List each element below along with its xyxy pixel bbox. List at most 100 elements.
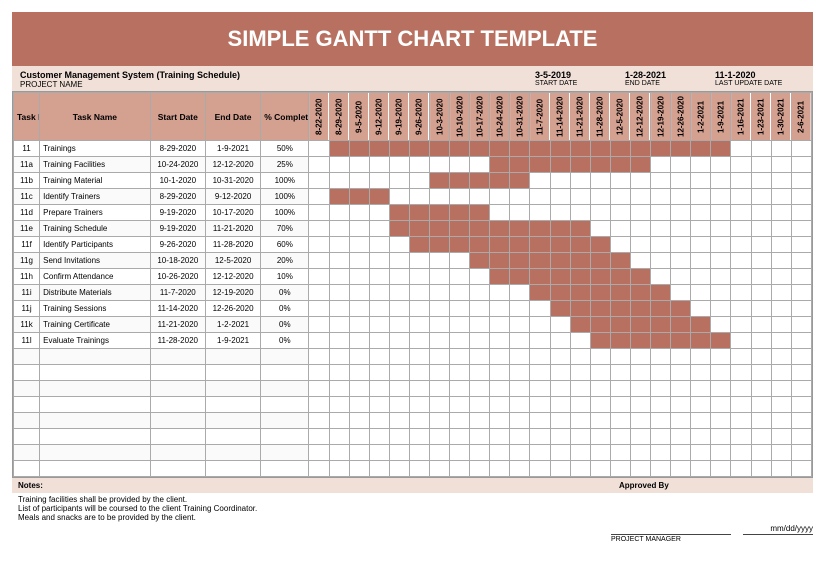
empty-cell[interactable]	[349, 429, 369, 445]
empty-cell[interactable]	[751, 381, 771, 397]
table-row[interactable]: 11dPrepare Trainers9-19-202010-17-202010…	[14, 205, 812, 221]
empty-cell[interactable]	[570, 445, 590, 461]
cell-end[interactable]: 1-9-2021	[205, 333, 260, 349]
empty-cell[interactable]	[731, 365, 751, 381]
empty-cell[interactable]	[671, 365, 691, 381]
empty-cell[interactable]	[150, 413, 205, 429]
empty-cell[interactable]	[389, 381, 409, 397]
empty-cell[interactable]	[450, 397, 470, 413]
cell-pct[interactable]: 0%	[261, 317, 309, 333]
empty-cell[interactable]	[329, 445, 349, 461]
empty-cell[interactable]	[590, 461, 610, 477]
cell-end[interactable]: 9-12-2020	[205, 189, 260, 205]
table-row[interactable]: 11eTraining Schedule9-19-202011-21-20207…	[14, 221, 812, 237]
cell-name[interactable]: Training Certificate	[40, 317, 151, 333]
empty-cell[interactable]	[791, 349, 811, 365]
empty-cell[interactable]	[470, 397, 490, 413]
empty-cell[interactable]	[261, 429, 309, 445]
table-row-empty[interactable]	[14, 349, 812, 365]
empty-cell[interactable]	[731, 397, 751, 413]
empty-cell[interactable]	[530, 397, 550, 413]
empty-cell[interactable]	[751, 461, 771, 477]
empty-cell[interactable]	[14, 429, 40, 445]
empty-cell[interactable]	[309, 445, 329, 461]
empty-cell[interactable]	[14, 397, 40, 413]
table-row[interactable]: 11cIdentify Trainers8-29-20209-12-202010…	[14, 189, 812, 205]
empty-cell[interactable]	[691, 397, 711, 413]
empty-cell[interactable]	[691, 381, 711, 397]
empty-cell[interactable]	[731, 445, 751, 461]
empty-cell[interactable]	[771, 365, 791, 381]
empty-cell[interactable]	[261, 445, 309, 461]
cell-id[interactable]: 11d	[14, 205, 40, 221]
cell-start[interactable]: 8-29-2020	[150, 189, 205, 205]
cell-start[interactable]: 8-29-2020	[150, 141, 205, 157]
cell-end[interactable]: 12-19-2020	[205, 285, 260, 301]
cell-pct[interactable]: 0%	[261, 301, 309, 317]
table-row-empty[interactable]	[14, 397, 812, 413]
empty-cell[interactable]	[309, 381, 329, 397]
empty-cell[interactable]	[530, 445, 550, 461]
empty-cell[interactable]	[610, 381, 630, 397]
empty-cell[interactable]	[40, 381, 151, 397]
empty-cell[interactable]	[731, 381, 751, 397]
cell-name[interactable]: Identify Participants	[40, 237, 151, 253]
empty-cell[interactable]	[570, 365, 590, 381]
empty-cell[interactable]	[309, 397, 329, 413]
empty-cell[interactable]	[409, 461, 429, 477]
cell-id[interactable]: 11j	[14, 301, 40, 317]
cell-pct[interactable]: 70%	[261, 221, 309, 237]
empty-cell[interactable]	[711, 445, 731, 461]
empty-cell[interactable]	[309, 413, 329, 429]
empty-cell[interactable]	[510, 413, 530, 429]
empty-cell[interactable]	[409, 445, 429, 461]
empty-cell[interactable]	[630, 429, 650, 445]
empty-cell[interactable]	[14, 349, 40, 365]
cell-end[interactable]: 1-2-2021	[205, 317, 260, 333]
empty-cell[interactable]	[550, 397, 570, 413]
empty-cell[interactable]	[691, 461, 711, 477]
table-row[interactable]: 11Trainings8-29-20201-9-202150%	[14, 141, 812, 157]
empty-cell[interactable]	[450, 365, 470, 381]
empty-cell[interactable]	[570, 381, 590, 397]
table-row-empty[interactable]	[14, 445, 812, 461]
empty-cell[interactable]	[610, 413, 630, 429]
empty-cell[interactable]	[389, 461, 409, 477]
table-row[interactable]: 11jTraining Sessions11-14-202012-26-2020…	[14, 301, 812, 317]
empty-cell[interactable]	[510, 429, 530, 445]
empty-cell[interactable]	[389, 349, 409, 365]
empty-cell[interactable]	[369, 461, 389, 477]
empty-cell[interactable]	[450, 413, 470, 429]
empty-cell[interactable]	[450, 349, 470, 365]
empty-cell[interactable]	[530, 461, 550, 477]
empty-cell[interactable]	[791, 397, 811, 413]
empty-cell[interactable]	[329, 413, 349, 429]
empty-cell[interactable]	[14, 461, 40, 477]
empty-cell[interactable]	[329, 429, 349, 445]
cell-pct[interactable]: 50%	[261, 141, 309, 157]
empty-cell[interactable]	[711, 429, 731, 445]
empty-cell[interactable]	[590, 413, 610, 429]
cell-name[interactable]: Trainings	[40, 141, 151, 157]
empty-cell[interactable]	[530, 413, 550, 429]
empty-cell[interactable]	[671, 381, 691, 397]
cell-end[interactable]: 1-9-2021	[205, 141, 260, 157]
cell-end[interactable]: 12-12-2020	[205, 157, 260, 173]
empty-cell[interactable]	[40, 397, 151, 413]
empty-cell[interactable]	[369, 365, 389, 381]
cell-pct[interactable]: 20%	[261, 253, 309, 269]
empty-cell[interactable]	[470, 461, 490, 477]
empty-cell[interactable]	[14, 413, 40, 429]
empty-cell[interactable]	[590, 349, 610, 365]
empty-cell[interactable]	[470, 429, 490, 445]
empty-cell[interactable]	[771, 429, 791, 445]
empty-cell[interactable]	[14, 365, 40, 381]
empty-cell[interactable]	[450, 381, 470, 397]
empty-cell[interactable]	[711, 397, 731, 413]
empty-cell[interactable]	[450, 461, 470, 477]
empty-cell[interactable]	[550, 413, 570, 429]
cell-start[interactable]: 11-7-2020	[150, 285, 205, 301]
cell-pct[interactable]: 0%	[261, 285, 309, 301]
empty-cell[interactable]	[430, 365, 450, 381]
empty-cell[interactable]	[510, 349, 530, 365]
